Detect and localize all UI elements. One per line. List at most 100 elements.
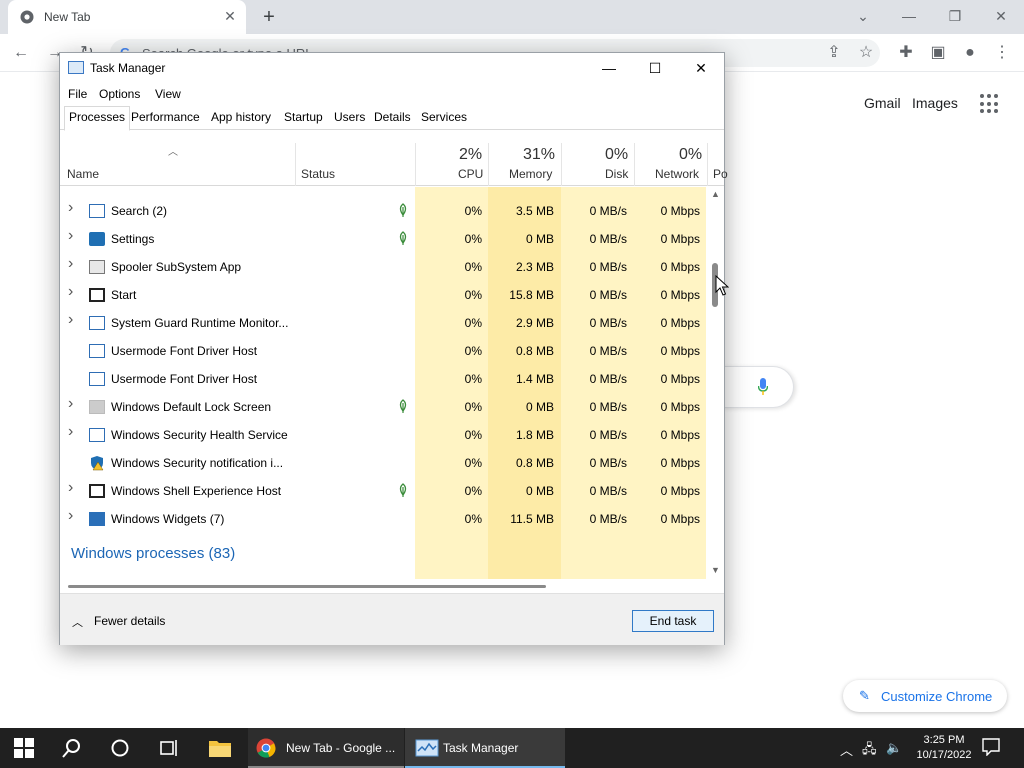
process-row[interactable]: Usermode Font Driver Host 0% 0.8 MB 0 MB/s 0… <box>60 337 706 365</box>
process-row[interactable]: › Spooler SubSystem App 0% 2.3 MB 0 MB/s 0 Mb… <box>60 253 706 281</box>
column-power[interactable]: Po <box>713 167 728 181</box>
expand-chevron-icon[interactable]: › <box>68 507 73 525</box>
expand-chevron-icon[interactable]: › <box>68 283 73 301</box>
expand-chevron-icon[interactable]: › <box>68 311 73 329</box>
start-app-icon <box>89 484 105 498</box>
new-tab-button[interactable]: + <box>258 6 280 28</box>
tm-minimize-icon[interactable]: — <box>586 53 632 83</box>
taskbar-search-button[interactable] <box>48 728 96 768</box>
start-button[interactable] <box>0 728 48 768</box>
side-panel-icon[interactable]: ▣ <box>927 42 949 64</box>
network-value: 0 Mbps <box>660 372 700 386</box>
column-name[interactable]: Name <box>67 167 99 181</box>
end-task-button[interactable]: End task <box>632 610 714 632</box>
column-cpu[interactable]: CPU <box>458 167 483 181</box>
group-windows-processes[interactable]: Windows processes (83) <box>71 545 235 562</box>
menu-view[interactable]: View <box>155 87 181 101</box>
clock-time: 3:25 PM <box>923 734 965 746</box>
tm-maximize-icon[interactable]: ☐ <box>632 53 678 83</box>
taskbar-app-task-manager[interactable]: Task Manager <box>405 728 565 768</box>
memory-value: 1.4 MB <box>515 372 554 386</box>
close-window-icon[interactable]: ✕ <box>981 4 1021 28</box>
ntp-search-box[interactable] <box>722 366 794 408</box>
disk-value: 0 MB/s <box>589 428 627 442</box>
chrome-menu-icon[interactable]: ⋮ <box>991 42 1013 64</box>
horizontal-scrollbar[interactable] <box>60 581 706 591</box>
notifications-icon[interactable] <box>982 738 1000 756</box>
volume-icon[interactable]: 🔈 <box>886 740 902 756</box>
cortana-button[interactable] <box>96 728 144 768</box>
cortana-circle-icon <box>111 739 129 757</box>
minimize-icon[interactable]: — <box>889 4 929 28</box>
menu-options[interactable]: Options <box>99 87 140 101</box>
task-manager-app-icon <box>68 61 84 74</box>
expand-chevron-icon[interactable]: › <box>68 199 73 217</box>
show-hidden-icons-chevron-icon[interactable]: ︿ <box>840 740 853 759</box>
process-row[interactable]: Windows Security notification i... 0% 0.8 … <box>60 449 706 477</box>
tab-search-icon[interactable]: ⌄ <box>843 4 883 28</box>
process-row[interactable]: › Windows Default Lock Screen 0% 0 MB 0 MB/s… <box>60 393 706 421</box>
expand-chevron-icon[interactable]: › <box>68 227 73 245</box>
tab-app-history[interactable]: App history <box>211 110 271 124</box>
voice-search-mic-icon[interactable] <box>758 378 768 396</box>
clock-date: 10/17/2022 <box>916 749 972 761</box>
menu-file[interactable]: File <box>68 87 87 101</box>
tm-close-icon[interactable]: ✕ <box>678 53 724 83</box>
images-link[interactable]: Images <box>912 95 958 111</box>
task-view-button[interactable] <box>144 728 192 768</box>
tab-processes[interactable]: Processes <box>64 106 131 131</box>
scroll-down-icon[interactable]: ▼ <box>711 565 720 575</box>
process-row[interactable]: › Windows Shell Experience Host 0% 0 MB 0 MB… <box>60 477 706 505</box>
expand-chevron-icon[interactable]: › <box>68 255 73 273</box>
tab-details[interactable]: Details <box>374 110 411 124</box>
column-status[interactable]: Status <box>301 167 335 181</box>
column-memory[interactable]: Memory <box>509 167 552 181</box>
horizontal-scroll-thumb[interactable] <box>68 585 546 588</box>
vertical-scrollbar[interactable]: ▲ ▼ <box>709 187 723 579</box>
disk-total-pct: 0% <box>605 146 629 163</box>
google-apps-icon[interactable] <box>980 94 1000 114</box>
process-row[interactable]: Usermode Font Driver Host 0% 1.4 MB 0 MB/s 0… <box>60 365 706 393</box>
process-name: Settings <box>111 232 155 246</box>
gmail-link[interactable]: Gmail <box>864 95 901 111</box>
task-manager-titlebar[interactable]: Task Manager — ☐ ✕ <box>60 53 724 83</box>
bookmark-star-icon[interactable]: ☆ <box>855 42 877 64</box>
disk-value: 0 MB/s <box>589 260 627 274</box>
process-row[interactable]: › Windows Widgets (7) 0% 11.5 MB 0 MB/s 0 Mbp… <box>60 505 706 533</box>
cpu-value: 0% <box>464 428 482 442</box>
memory-value: 11.5 MB <box>510 512 554 526</box>
process-row[interactable]: › System Guard Runtime Monitor... 0% 2.9 MB… <box>60 309 706 337</box>
tab-services[interactable]: Services <box>421 110 467 124</box>
customize-chrome-button[interactable]: ✎ Customize Chrome <box>843 680 1007 712</box>
process-row[interactable]: › Windows Security Health Service 0% 1.8 MB… <box>60 421 706 449</box>
column-disk[interactable]: Disk <box>605 167 628 181</box>
chrome-tab-new-tab[interactable]: New Tab ✕ <box>8 0 246 34</box>
process-row[interactable]: › Start 0% 15.8 MB 0 MB/s 0 Mbps <box>60 281 706 309</box>
close-tab-icon[interactable]: ✕ <box>222 8 238 24</box>
expand-chevron-icon[interactable]: › <box>68 395 73 413</box>
process-row[interactable]: › Search (2) 0% 3.5 MB 0 MB/s 0 Mbps <box>60 197 706 225</box>
memory-value: 2.3 MB <box>515 260 554 274</box>
task-view-icon <box>160 740 177 756</box>
column-separator <box>634 143 635 186</box>
tab-performance[interactable]: Performance <box>131 110 200 124</box>
expand-chevron-icon[interactable]: › <box>68 479 73 497</box>
scroll-up-icon[interactable]: ▲ <box>711 189 720 199</box>
disk-value: 0 MB/s <box>589 372 627 386</box>
profile-avatar-icon[interactable]: ● <box>959 42 981 64</box>
back-icon[interactable]: ← <box>10 42 32 64</box>
taskbar-app-chrome[interactable]: New Tab - Google ... <box>248 728 404 768</box>
expand-chevron-icon[interactable]: › <box>68 423 73 441</box>
restore-icon[interactable]: ❐ <box>935 4 975 28</box>
process-name: Spooler SubSystem App <box>111 260 242 274</box>
network-icon[interactable]: 🖧 <box>862 740 877 762</box>
share-icon[interactable]: ⇪ <box>823 42 845 64</box>
tab-users[interactable]: Users <box>334 110 365 124</box>
file-explorer-button[interactable] <box>196 728 244 768</box>
system-clock[interactable]: 3:25 PM 10/17/2022 <box>912 733 976 763</box>
memory-value: 1.8 MB <box>515 428 554 442</box>
tab-startup[interactable]: Startup <box>284 110 323 124</box>
column-network[interactable]: Network <box>655 167 699 181</box>
process-row[interactable]: › Settings 0% 0 MB 0 MB/s 0 Mbps <box>60 225 706 253</box>
extensions-puzzle-icon[interactable]: ✚ <box>895 42 917 64</box>
